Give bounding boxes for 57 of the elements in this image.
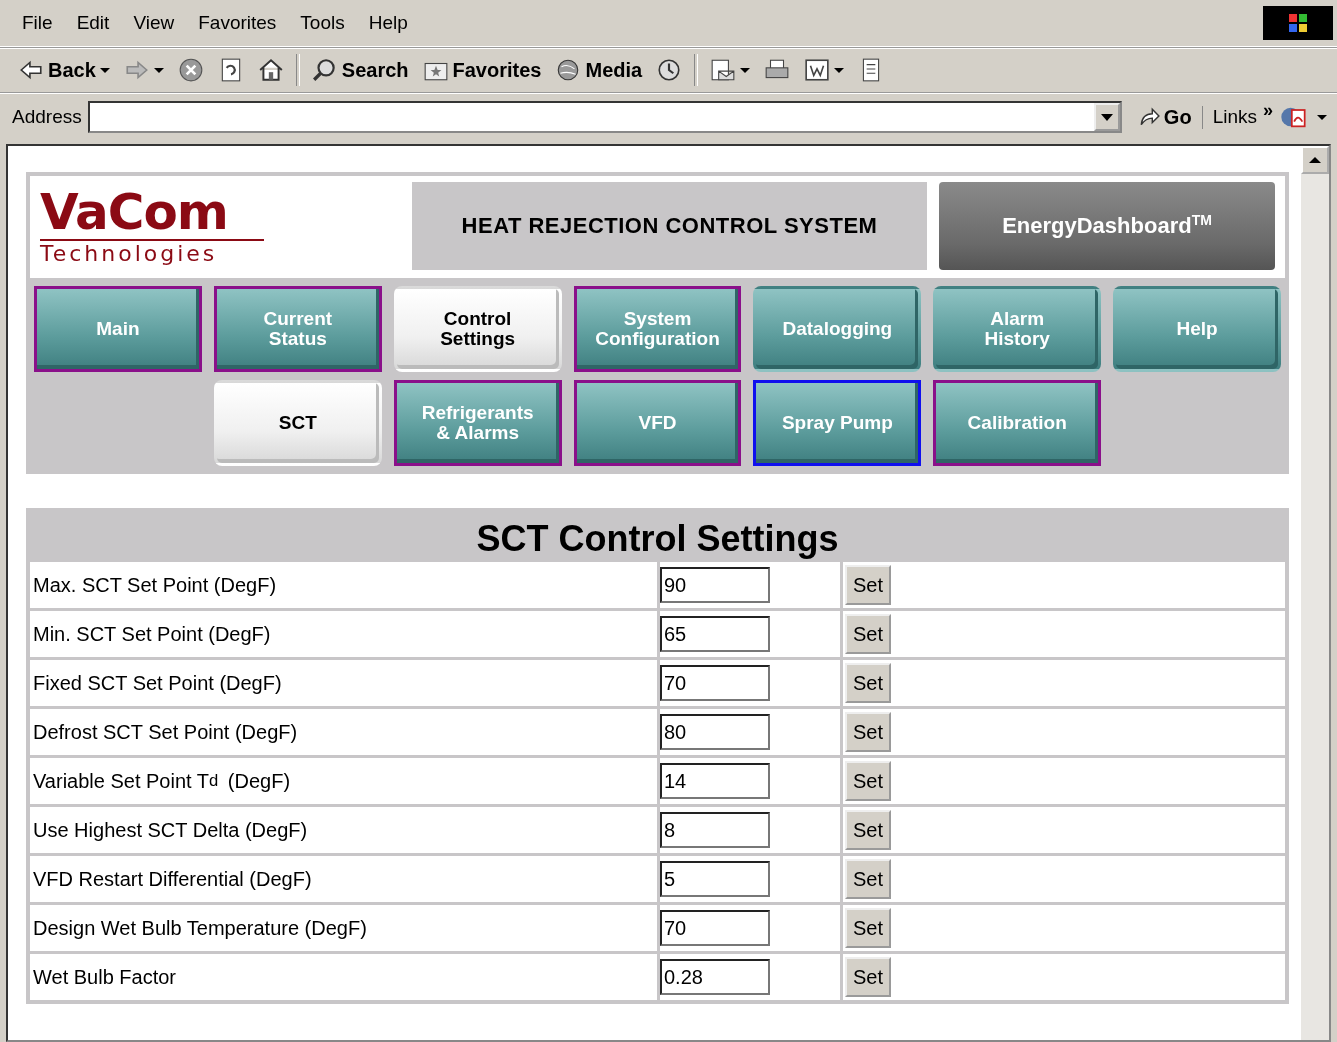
more-chevron[interactable]: » xyxy=(1263,100,1273,121)
favorites-button[interactable]: Favorites xyxy=(416,55,548,85)
menu-item[interactable]: View xyxy=(123,10,185,36)
stop-icon xyxy=(177,57,204,83)
setting-label: Min. SCT Set Point (DegF) xyxy=(30,611,657,657)
value-field[interactable]: 70 xyxy=(660,665,770,701)
edit-icon xyxy=(804,57,831,83)
value-field[interactable]: 70 xyxy=(660,910,770,946)
address-field[interactable] xyxy=(87,101,1122,133)
setting-label: Fixed SCT Set Point (DegF) xyxy=(30,660,657,706)
logo-name: VaCom xyxy=(40,186,228,237)
setting-label: VFD Restart Differential (DegF) xyxy=(30,856,657,902)
value-field[interactable]: 65 xyxy=(660,616,770,652)
setting-label: Use Highest SCT Delta (DegF) xyxy=(30,807,657,853)
value-field[interactable]: 8 xyxy=(660,812,770,848)
set-button[interactable]: Set xyxy=(845,957,892,997)
nav-button[interactable]: SCT xyxy=(213,380,382,466)
value-field[interactable]: 90 xyxy=(660,567,770,603)
set-button[interactable]: Set xyxy=(845,712,892,752)
go-button[interactable]: Go xyxy=(1127,105,1203,129)
menu-item[interactable]: Tools xyxy=(290,10,355,36)
value-field[interactable]: 0.28 xyxy=(660,959,770,995)
menu-item[interactable]: Edit xyxy=(66,10,120,36)
scroll-up-button[interactable] xyxy=(1301,146,1329,174)
back-button[interactable]: Back xyxy=(12,55,116,85)
set-button[interactable]: Set xyxy=(845,908,892,948)
value-field[interactable]: 5 xyxy=(660,861,770,897)
system-title: HEAT REJECTION CONTROL SYSTEM xyxy=(412,182,927,270)
menu-item[interactable]: Favorites xyxy=(188,10,287,36)
menu-item[interactable]: Help xyxy=(358,10,418,36)
setting-label: Design Wet Bulb Temperature (DegF) xyxy=(30,905,657,951)
set-button[interactable]: Set xyxy=(845,614,892,654)
mail-icon xyxy=(710,57,737,83)
setting-label: Max. SCT Set Point (DegF) xyxy=(30,562,657,608)
set-button[interactable]: Set xyxy=(845,663,892,703)
set-button[interactable]: Set xyxy=(845,810,892,850)
home-icon xyxy=(257,57,284,83)
value-field[interactable]: 14 xyxy=(660,763,770,799)
setting-label: Defrost SCT Set Point (DegF) xyxy=(30,709,657,755)
dropdown-caret-icon[interactable] xyxy=(1317,114,1327,120)
address-label: Address xyxy=(12,106,82,128)
windows-logo-icon xyxy=(1263,6,1333,40)
set-button[interactable]: Set xyxy=(845,761,892,801)
menu-item[interactable]: File xyxy=(12,10,63,36)
dashboard-button[interactable]: EnergyDashboard$^{TM}$ xyxy=(939,182,1275,270)
links-label[interactable]: Links xyxy=(1208,106,1257,128)
nav-button[interactable]: Control Settings xyxy=(393,286,562,372)
set-button[interactable]: Set xyxy=(845,565,892,605)
logo-subtitle: Technologies xyxy=(40,240,218,266)
value-field[interactable]: 80 xyxy=(660,714,770,750)
scrollbar[interactable] xyxy=(1301,146,1329,1040)
setting-label: Wet Bulb Factor xyxy=(30,954,657,1000)
settings-title: SCT Control Settings xyxy=(475,517,840,561)
search-icon xyxy=(311,57,338,83)
media-button[interactable]: Media xyxy=(549,55,649,85)
search-button[interactable]: Search xyxy=(305,55,415,85)
set-button[interactable]: Set xyxy=(845,859,892,899)
